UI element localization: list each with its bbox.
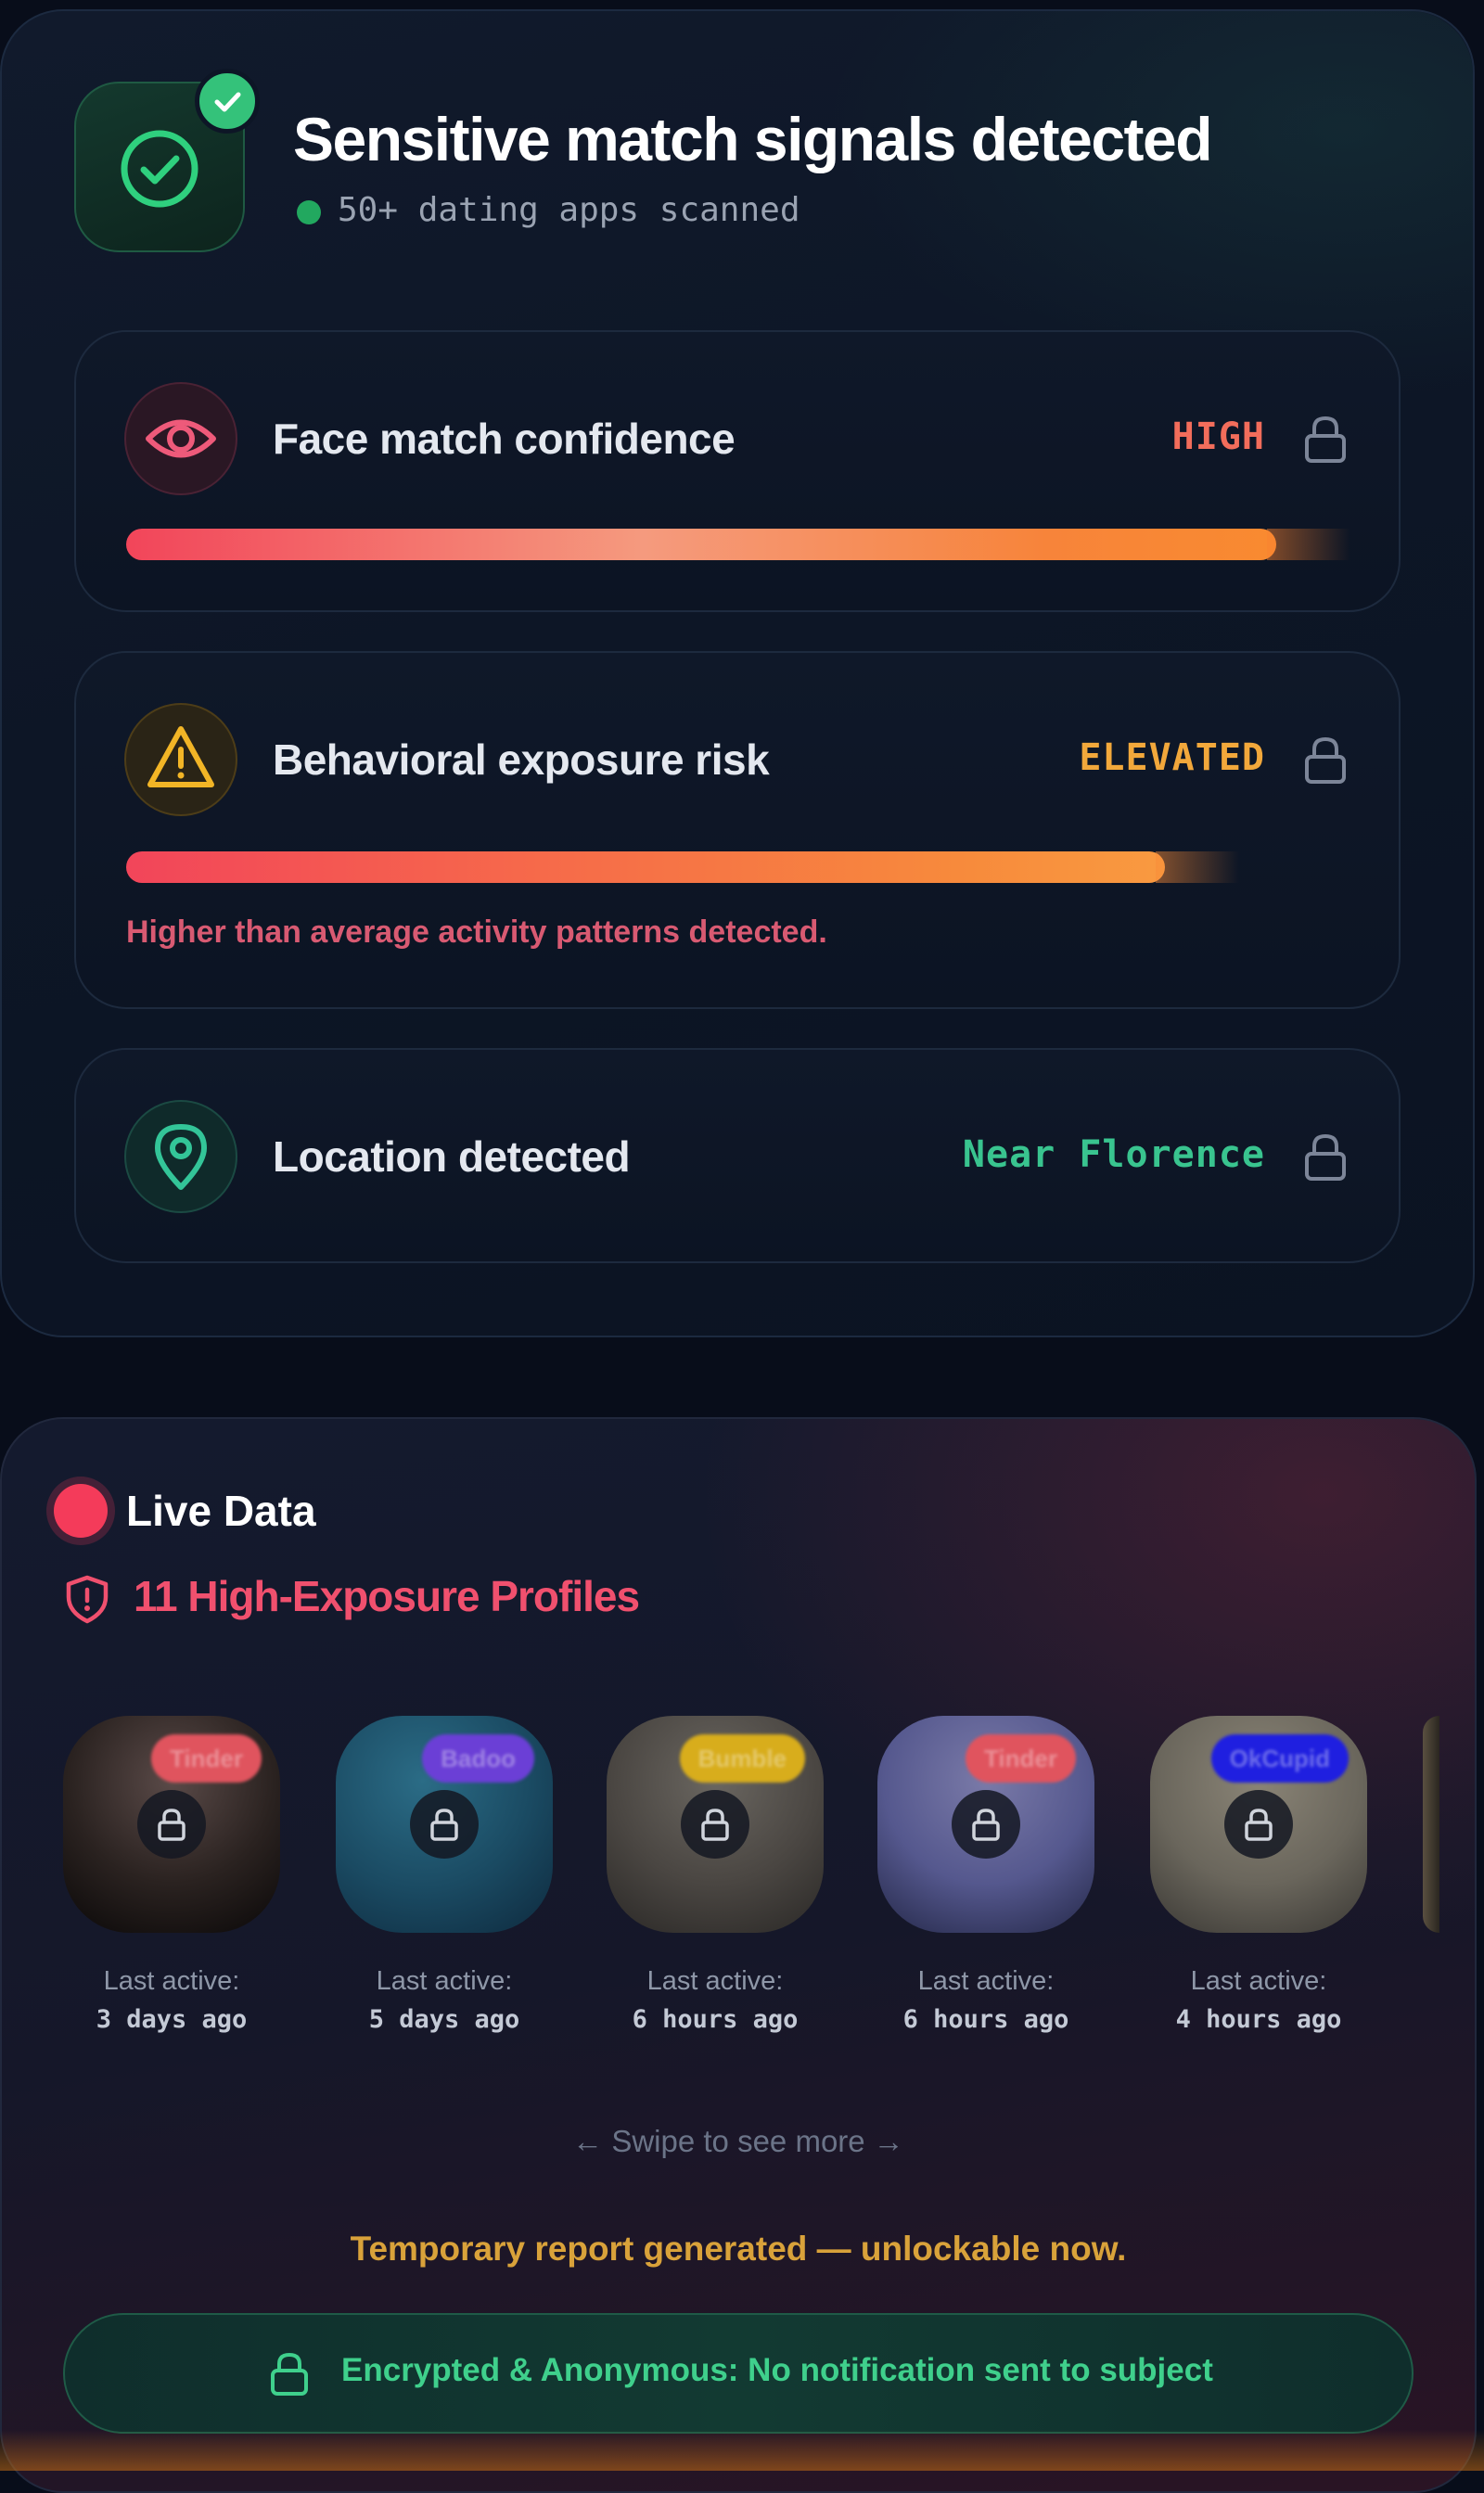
- metric-value: ELEVATED: [1079, 736, 1265, 779]
- last-active-time: 6 hours ago: [902, 2005, 1069, 2034]
- checkmark-icon: [214, 92, 241, 112]
- last-active-time: 5 days ago: [368, 2005, 520, 2034]
- lock-icon: [271, 2352, 308, 2396]
- lock-icon[interactable]: [1302, 414, 1349, 464]
- eye-icon: [146, 419, 216, 458]
- lock-icon: [1245, 1809, 1273, 1841]
- last-active-label: Last active:: [917, 1966, 1055, 1996]
- verified-badge: [195, 69, 260, 134]
- face-match-row[interactable]: [74, 330, 1401, 612]
- temporary-report-notice: Temporary report generated — unlockable …: [350, 2230, 1127, 2268]
- app-badge: Tinder: [966, 1734, 1076, 1783]
- lock-icon: [701, 1809, 729, 1841]
- location-pin-icon: [155, 1124, 207, 1190]
- eye-icon-badge: [124, 382, 237, 495]
- last-active-label: Last active:: [646, 1966, 784, 1996]
- profile-tile[interactable]: OkCupid: [1150, 1716, 1367, 1933]
- metric-label: Behavioral exposure risk: [273, 735, 770, 784]
- lock-button[interactable]: [681, 1790, 749, 1859]
- app-badge: Bumble: [679, 1734, 805, 1783]
- profile-tile[interactable]: Bumble: [607, 1716, 824, 1933]
- last-active-label: Last active:: [376, 1966, 513, 1996]
- profile-tile[interactable]: Tinder: [877, 1716, 1094, 1933]
- lock-button[interactable]: [410, 1790, 479, 1859]
- scan-subtitle: 50+ dating apps scanned: [338, 191, 800, 229]
- lock-button[interactable]: [137, 1790, 206, 1859]
- last-active-label: Last active:: [103, 1966, 240, 1996]
- app-badge: Badoo: [422, 1734, 534, 1783]
- lock-icon[interactable]: [1302, 735, 1349, 785]
- bottom-glow: [0, 2430, 1484, 2471]
- face-match-bar: [126, 529, 1350, 560]
- lock-button[interactable]: [952, 1790, 1020, 1859]
- bar-fill: [126, 529, 1276, 560]
- metric-value: Near Florence: [962, 1133, 1265, 1176]
- app-badge: OkCupid: [1210, 1734, 1349, 1783]
- lock-icon[interactable]: [1302, 1131, 1349, 1182]
- last-active-time: 6 hours ago: [632, 2005, 799, 2034]
- profile-tile-partial[interactable]: [1423, 1716, 1439, 1933]
- check-circle-icon: [121, 130, 198, 208]
- lock-icon: [158, 1809, 186, 1841]
- metric-label: Face match confidence: [273, 415, 736, 463]
- app-badge: Tinder: [151, 1734, 262, 1783]
- profile-tile[interactable]: Tinder: [63, 1716, 280, 1933]
- metric-label: Location detected: [273, 1132, 631, 1181]
- lock-icon: [972, 1809, 1000, 1841]
- behavioral-risk-bar: [126, 851, 1350, 883]
- bar-fill: [126, 851, 1165, 883]
- high-exposure-count: 11 High-Exposure Profiles: [134, 1572, 640, 1620]
- last-active-time: 3 days ago: [96, 2005, 248, 2034]
- metric-value: HIGH: [1171, 416, 1265, 458]
- page-title: Sensitive match signals detected: [293, 105, 1213, 173]
- last-active-time: 4 hours ago: [1175, 2005, 1342, 2034]
- lock-icon: [430, 1809, 458, 1841]
- behavioral-risk-row[interactable]: [74, 651, 1401, 1009]
- swipe-hint: ← Swipe to see more →: [572, 2124, 904, 2158]
- encrypted-text: Encrypted & Anonymous: No notification s…: [341, 2352, 1213, 2388]
- location-icon-badge: [124, 1100, 237, 1213]
- shield-alert-icon: [66, 1575, 109, 1624]
- warning-icon: [147, 726, 214, 787]
- live-data-label: Live Data: [126, 1487, 316, 1535]
- status-dot: [297, 200, 321, 224]
- profile-tile[interactable]: Badoo: [336, 1716, 553, 1933]
- risk-note: Higher than average activity patterns de…: [126, 914, 827, 950]
- warning-icon-badge: [124, 703, 237, 816]
- live-indicator: [54, 1484, 108, 1538]
- last-active-label: Last active:: [1190, 1966, 1327, 1996]
- lock-button[interactable]: [1224, 1790, 1293, 1859]
